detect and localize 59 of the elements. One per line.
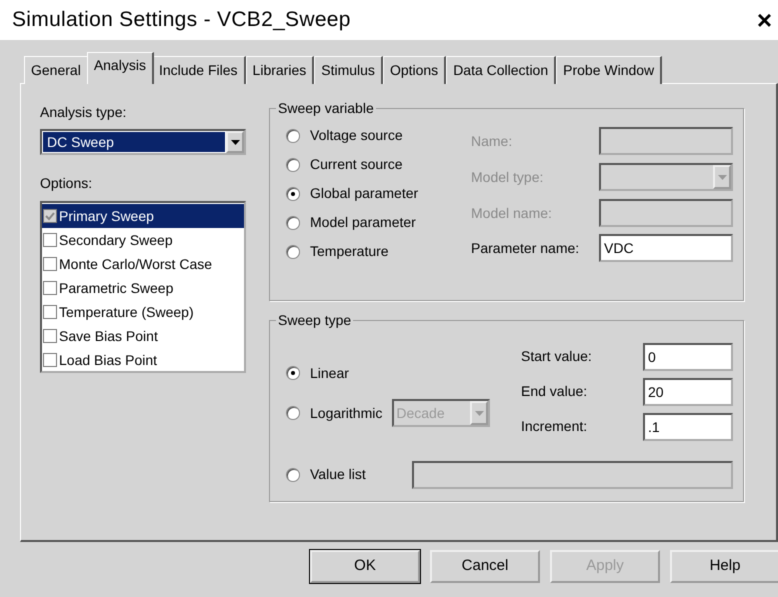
field-label: Parameter name: xyxy=(471,238,580,258)
tab[interactable]: General xyxy=(24,56,89,84)
tab[interactable]: Include Files xyxy=(152,56,246,84)
radio-label[interactable]: Value list xyxy=(310,464,366,485)
analysis-type-dropdown[interactable]: DC Sweep xyxy=(40,129,246,155)
list-item[interactable]: Save Bias Point xyxy=(59,326,158,346)
input-field[interactable] xyxy=(599,199,733,227)
checkbox[interactable] xyxy=(43,305,57,319)
field-label: End value: xyxy=(521,382,588,401)
radio-button[interactable] xyxy=(286,186,300,200)
radio-label[interactable]: Current source xyxy=(310,154,403,175)
dialog-button[interactable]: Cancel xyxy=(430,550,540,583)
window-title: Simulation Settings - VCB2_Sweep xyxy=(12,7,351,34)
radio-label[interactable]: Temperature xyxy=(310,241,389,262)
field-label: Name: xyxy=(471,132,512,150)
dialog-button[interactable]: Help xyxy=(670,550,778,583)
checkbox[interactable] xyxy=(43,233,57,247)
field-label: Model type: xyxy=(471,168,544,187)
field-label: Start value: xyxy=(521,347,592,366)
list-item[interactable]: Parametric Sweep xyxy=(59,278,174,298)
radio-button[interactable] xyxy=(286,468,300,482)
radio-label[interactable]: Voltage source xyxy=(310,125,403,146)
list-item[interactable]: Temperature (Sweep) xyxy=(59,302,194,322)
list-item[interactable]: Monte Carlo/Worst Case xyxy=(59,254,212,274)
input-field[interactable]: 20 xyxy=(643,378,733,406)
checkbox[interactable] xyxy=(43,353,57,367)
field-label: Increment: xyxy=(521,417,588,436)
input-field[interactable]: VDC xyxy=(599,234,733,262)
tab[interactable]: Options xyxy=(382,56,446,84)
tab[interactable]: Libraries xyxy=(246,56,314,84)
dropdown-field[interactable] xyxy=(599,163,733,191)
field-label: Model name: xyxy=(471,204,552,222)
input-field[interactable]: .1 xyxy=(643,412,733,440)
checkbox[interactable] xyxy=(43,281,57,295)
input-field[interactable]: 0 xyxy=(643,342,733,370)
radio-label[interactable]: Global parameter xyxy=(310,183,418,204)
checkbox[interactable] xyxy=(43,257,57,271)
input-field[interactable] xyxy=(599,127,733,155)
radio-button[interactable] xyxy=(286,406,300,420)
radio-button[interactable] xyxy=(286,216,300,230)
tab[interactable]: Data Collection xyxy=(446,56,556,84)
radio-label[interactable]: Linear xyxy=(310,362,349,384)
ok-button[interactable]: OK xyxy=(310,550,420,583)
list-item[interactable]: Load Bias Point xyxy=(59,350,158,370)
field-label: Options: xyxy=(40,174,94,193)
radio-label[interactable]: Logarithmic xyxy=(310,402,382,424)
list-item[interactable]: Secondary Sweep xyxy=(59,230,173,250)
close-button[interactable]: × xyxy=(754,7,774,33)
tab[interactable]: Probe Window xyxy=(556,56,662,84)
radio-label[interactable]: Model parameter xyxy=(310,212,416,233)
tab[interactable]: Stimulus xyxy=(314,56,383,84)
radio-button[interactable] xyxy=(286,128,300,142)
radio-button[interactable] xyxy=(286,366,300,380)
dropdown-value: DC Sweep xyxy=(43,132,225,152)
radio-button[interactable] xyxy=(286,244,300,258)
radio-button[interactable] xyxy=(286,158,300,172)
field-label: Analysis type: xyxy=(40,103,128,122)
tab[interactable]: Analysis xyxy=(86,52,154,84)
checkbox[interactable] xyxy=(43,329,57,343)
